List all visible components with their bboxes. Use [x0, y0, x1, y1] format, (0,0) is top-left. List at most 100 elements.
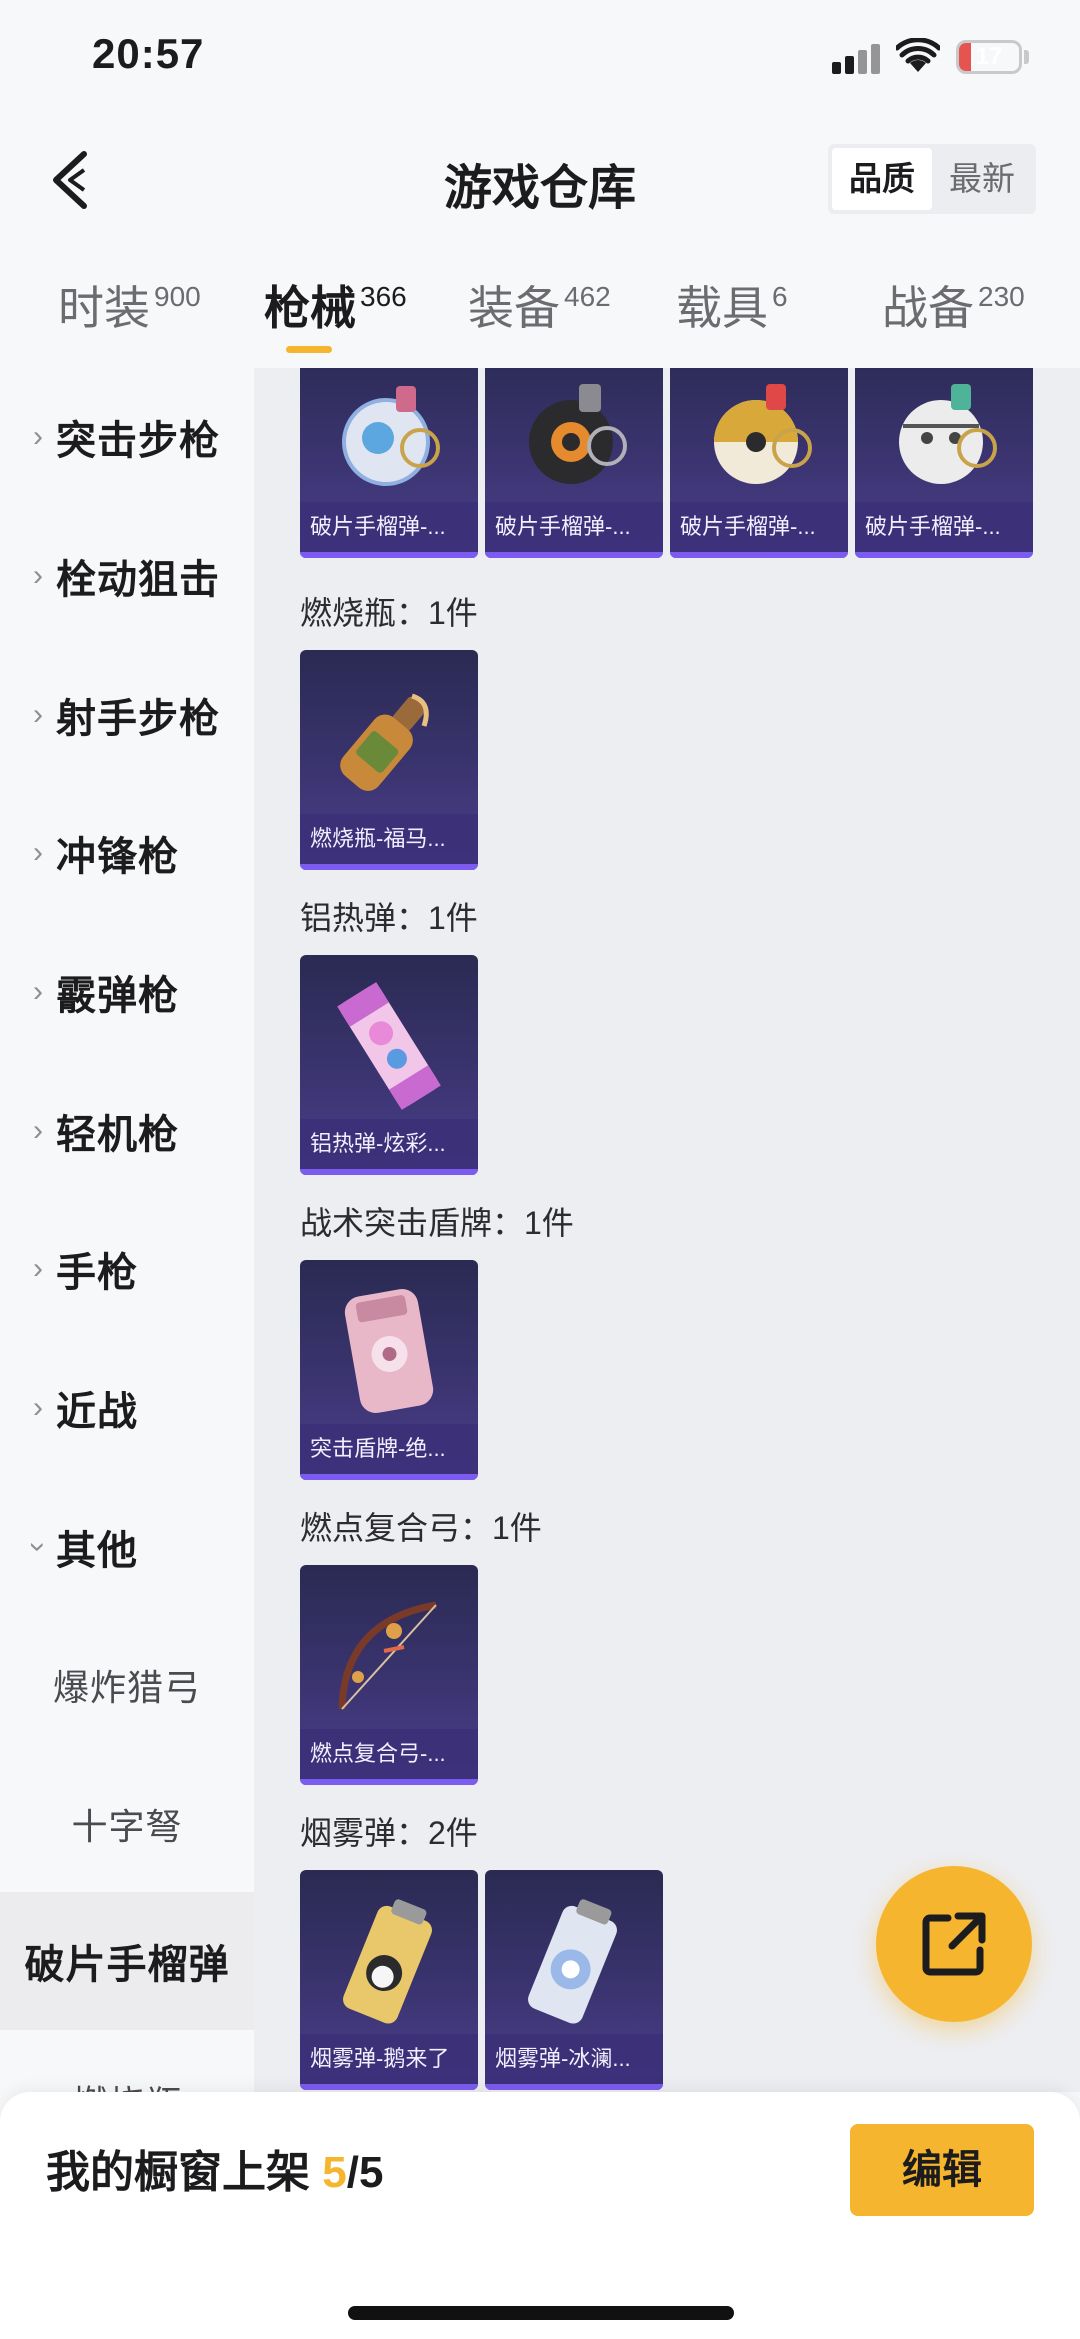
share-button[interactable] — [876, 1866, 1032, 2022]
grenade-icon — [529, 384, 627, 484]
item-card[interactable]: 破片手榴弹-... — [300, 368, 478, 558]
tab-label: 载具 — [676, 282, 768, 334]
sidebar-item-label: 近战 — [56, 1390, 138, 1434]
item-card[interactable]: 破片手榴弹-... — [485, 368, 663, 558]
group-title-molotov: 燃烧瓶：1件 — [300, 595, 478, 631]
tab-count: 366 — [360, 281, 407, 312]
tab-label: 时装 — [58, 282, 150, 334]
grenade-icon — [899, 384, 997, 484]
item-card-label: 突击盾牌-绝... — [300, 1424, 478, 1474]
item-row-molotov: 燃烧瓶-福马... — [300, 650, 478, 870]
sort-option-latest[interactable]: 最新 — [932, 148, 1032, 210]
battery-icon: 17 — [956, 40, 1022, 74]
item-card[interactable]: 破片手榴弹-... — [670, 368, 848, 558]
sidebar-item-pistol[interactable]: › 手枪 — [0, 1200, 254, 1338]
item-card-label: 破片手榴弹-... — [485, 502, 663, 552]
tab-tactical-gear[interactable]: 战备 230 — [882, 272, 1025, 362]
item-card-label: 烟雾弹-冰澜... — [485, 2034, 663, 2084]
item-row-thermite: 铝热弹-炫彩... — [300, 955, 478, 1175]
tab-count: 900 — [154, 281, 201, 312]
sort-option-quality[interactable]: 品质 — [832, 148, 932, 210]
chevron-right-icon: › — [33, 1391, 43, 1424]
status-bar: 20:57 17 — [0, 0, 1080, 120]
chevron-down-icon: › — [22, 1542, 55, 1552]
group-title-tactical-shield: 战术突击盾牌：1件 — [300, 1205, 574, 1241]
active-tab-indicator — [286, 346, 332, 353]
signal-icon — [832, 42, 880, 74]
sidebar-subitem-crossbow[interactable]: 十字弩 — [0, 1755, 254, 1893]
showcase-total-count: /5 — [346, 2148, 384, 2197]
chevron-left-icon — [53, 151, 87, 209]
sidebar-subitem-molotov[interactable]: 燃烧瓶 — [0, 2032, 254, 2092]
sidebar-item-assault-rifle[interactable]: › 突击步枪 — [0, 368, 254, 506]
status-time: 20:57 — [92, 30, 205, 77]
sidebar-subitem-label: 燃烧瓶 — [71, 2075, 182, 2092]
showcase-status: 我的橱窗上架 5/5 — [46, 2136, 383, 2200]
sidebar-item-marksman-rifle[interactable]: › 射手步枪 — [0, 646, 254, 784]
sidebar-item-other[interactable]: › 其他 — [0, 1478, 254, 1616]
sidebar-item-label: 射手步枪 — [56, 697, 220, 741]
smoke-grenade-icon — [528, 1899, 617, 2024]
sidebar-item-label: 霰弹枪 — [56, 974, 179, 1018]
sidebar-item-smg[interactable]: › 冲锋枪 — [0, 784, 254, 922]
tab-fashion[interactable]: 时装 900 — [58, 272, 201, 362]
showcase-label: 我的橱窗上架 — [46, 2148, 310, 2197]
item-card[interactable]: 燃烧瓶-福马... — [300, 650, 478, 870]
group-title-compound-bow: 燃点复合弓：1件 — [300, 1510, 542, 1546]
group-title-thermite: 铝热弹：1件 — [300, 900, 478, 936]
item-card[interactable]: 突击盾牌-绝... — [300, 1260, 478, 1480]
sidebar-item-label: 轻机枪 — [56, 1113, 179, 1157]
sidebar-item-bolt-sniper[interactable]: › 栓动狙击 — [0, 507, 254, 645]
chevron-right-icon: › — [33, 1114, 43, 1147]
tab-label: 枪械 — [264, 282, 356, 334]
tab-label: 装备 — [468, 282, 560, 334]
shield-icon — [344, 1289, 434, 1413]
back-button[interactable] — [44, 148, 104, 212]
item-card-label: 燃烧瓶-福马... — [300, 814, 478, 864]
tab-count: 230 — [978, 281, 1025, 312]
chevron-right-icon: › — [33, 836, 43, 869]
home-indicator[interactable] — [348, 2306, 734, 2320]
item-card-label: 破片手榴弹-... — [855, 502, 1033, 552]
sidebar-item-melee[interactable]: › 近战 — [0, 1339, 254, 1477]
item-card-label: 烟雾弹-鹅来了 — [300, 2034, 478, 2084]
sidebar-subitem-frag-grenade[interactable]: 破片手榴弹 — [0, 1892, 254, 2030]
smoke-grenade-icon — [343, 1899, 432, 2024]
showcase-bar: 我的橱窗上架 5/5 编辑 — [0, 2092, 1080, 2339]
sidebar-subitem-label: 破片手榴弹 — [24, 1943, 230, 1987]
sidebar-item-label: 突击步枪 — [56, 419, 220, 463]
chevron-right-icon: › — [33, 698, 43, 731]
tab-vehicles[interactable]: 载具 6 — [676, 272, 788, 362]
sidebar-item-label: 栓动狙击 — [56, 558, 220, 602]
bow-icon — [338, 1601, 437, 1710]
sidebar-item-label: 手枪 — [56, 1251, 138, 1295]
header: 游戏仓库 品质 最新 — [0, 120, 1080, 240]
tab-count: 462 — [564, 281, 611, 312]
item-card[interactable]: 烟雾弹-鹅来了 — [300, 1870, 478, 2090]
sidebar-item-shotgun[interactable]: › 霰弹枪 — [0, 923, 254, 1061]
item-card[interactable]: 破片手榴弹-... — [855, 368, 1033, 558]
showcase-used-count: 5 — [322, 2148, 347, 2197]
group-title-smoke-grenade: 烟雾弹：2件 — [300, 1815, 478, 1851]
sidebar-item-lmg[interactable]: › 轻机枪 — [0, 1062, 254, 1200]
item-card[interactable]: 燃点复合弓-... — [300, 1565, 478, 1785]
category-tabs: 时装 900 枪械 366 装备 462 载具 6 战备 230 — [0, 250, 1080, 368]
item-row-frag-grenade: 破片手榴弹-... 破片手榴弹-... 破片手榴弹-... 破片手榴弹-... — [300, 368, 1033, 558]
item-card-label: 破片手榴弹-... — [670, 502, 848, 552]
sidebar-subitem-label: 十字弩 — [71, 1806, 183, 1847]
item-card-label: 燃点复合弓-... — [300, 1729, 478, 1779]
battery-level: 17 — [975, 43, 1003, 70]
sidebar-subitem-label: 爆炸猎弓 — [52, 1667, 201, 1708]
tab-equipment[interactable]: 装备 462 — [468, 272, 611, 362]
item-row-compound-bow: 燃点复合弓-... — [300, 1565, 478, 1785]
item-card[interactable]: 烟雾弹-冰澜... — [485, 1870, 663, 2090]
sidebar-subitem-explosive-bow[interactable]: 爆炸猎弓 — [0, 1616, 254, 1754]
item-card[interactable]: 铝热弹-炫彩... — [300, 955, 478, 1175]
chevron-right-icon: › — [33, 975, 43, 1008]
edit-button[interactable]: 编辑 — [850, 2124, 1034, 2216]
item-grid: 破片手榴弹-... 破片手榴弹-... 破片手榴弹-... 破片手榴弹-... … — [254, 368, 1080, 2092]
item-row-smoke-grenade: 烟雾弹-鹅来了 烟雾弹-冰澜... — [300, 1870, 663, 2090]
chevron-right-icon: › — [33, 559, 43, 592]
sort-toggle: 品质 最新 — [828, 144, 1036, 214]
sidebar-item-label: 其他 — [56, 1529, 138, 1573]
